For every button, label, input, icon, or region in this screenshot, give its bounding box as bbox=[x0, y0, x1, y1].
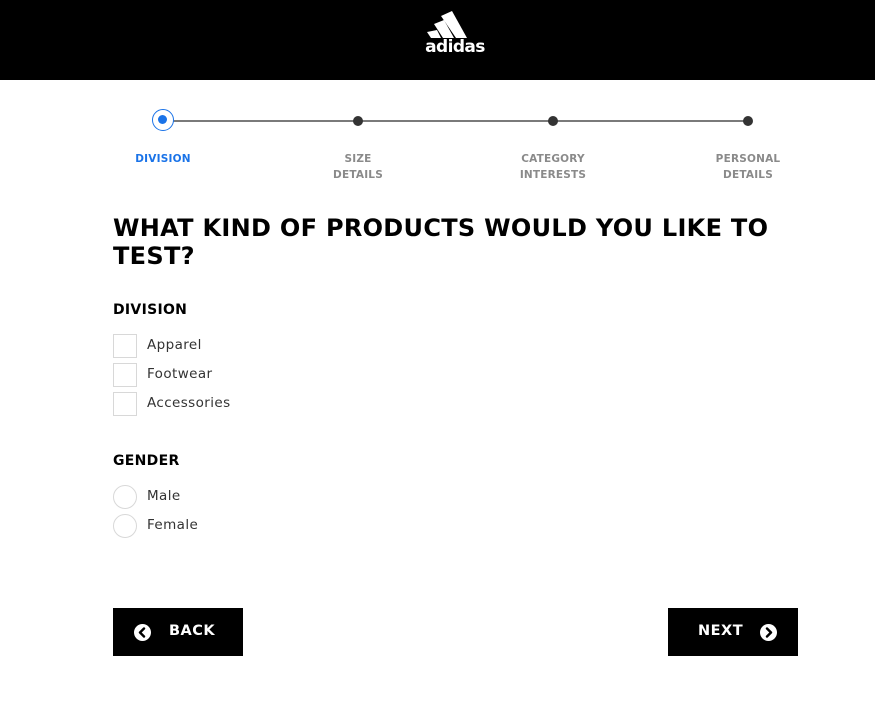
step-indicator-personal-details bbox=[743, 116, 753, 126]
female-radio[interactable] bbox=[113, 514, 137, 538]
step-label-line: DIVISION bbox=[135, 153, 191, 165]
step-indicator-size-details bbox=[353, 116, 363, 126]
gender-heading: GENDER bbox=[113, 453, 180, 469]
progress-stepper: DIVISION SIZE DETAILS CATEGORY INTERESTS… bbox=[0, 100, 875, 190]
page-title: WHAT KIND OF PRODUCTS WOULD YOU LIKE TO … bbox=[113, 214, 769, 270]
stepper-line bbox=[163, 120, 748, 122]
chevron-left-circle-icon bbox=[134, 624, 151, 641]
adidas-logo[interactable]: adidas bbox=[420, 10, 490, 58]
division-heading: DIVISION bbox=[113, 302, 188, 318]
accessories-checkbox[interactable] bbox=[113, 392, 137, 416]
next-button[interactable]: NEXT bbox=[668, 608, 798, 656]
brand-wordmark: adidas bbox=[425, 37, 485, 57]
step-label-line: PERSONAL bbox=[715, 153, 781, 165]
female-label[interactable]: Female bbox=[147, 517, 198, 533]
step-label-line: SIZE bbox=[344, 153, 372, 165]
apparel-label[interactable]: Apparel bbox=[147, 337, 202, 353]
step-indicator-division bbox=[152, 109, 174, 131]
step-label-line: DETAILS bbox=[723, 169, 773, 181]
step-label-line: INTERESTS bbox=[519, 169, 587, 181]
step-label-line: CATEGORY bbox=[521, 153, 585, 165]
footwear-checkbox[interactable] bbox=[113, 363, 137, 387]
male-radio[interactable] bbox=[113, 485, 137, 509]
step-label-line: DETAILS bbox=[333, 169, 383, 181]
step-label-category-interests: CATEGORY INTERESTS bbox=[493, 151, 613, 183]
chevron-right-circle-icon bbox=[760, 624, 777, 641]
top-bar: adidas bbox=[0, 0, 875, 80]
three-stripes-icon bbox=[427, 11, 467, 38]
apparel-checkbox[interactable] bbox=[113, 334, 137, 358]
back-button-label: BACK bbox=[169, 623, 216, 639]
footwear-label[interactable]: Footwear bbox=[147, 366, 212, 382]
step-label-size-details: SIZE DETAILS bbox=[298, 151, 418, 183]
step-label-division: DIVISION bbox=[103, 151, 223, 167]
accessories-label[interactable]: Accessories bbox=[147, 395, 231, 411]
step-indicator-category-interests bbox=[548, 116, 558, 126]
next-button-label: NEXT bbox=[698, 623, 744, 639]
back-button[interactable]: BACK bbox=[113, 608, 243, 656]
male-label[interactable]: Male bbox=[147, 488, 181, 504]
step-label-personal-details: PERSONAL DETAILS bbox=[688, 151, 808, 183]
